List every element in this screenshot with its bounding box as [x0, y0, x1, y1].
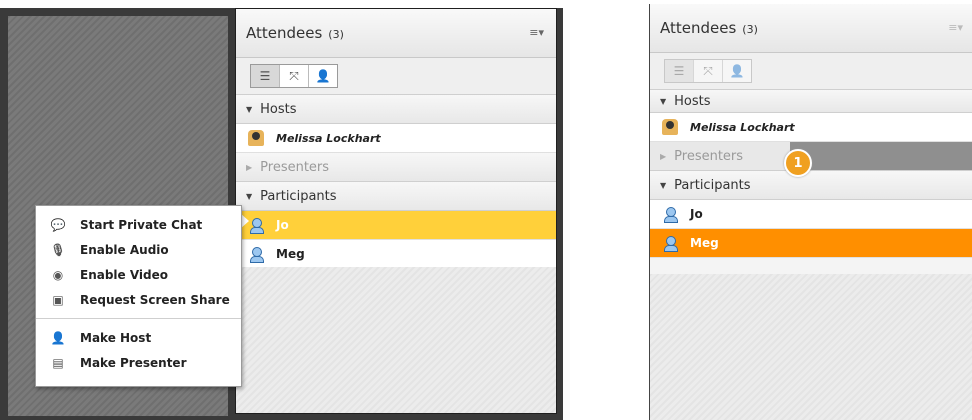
section-participants[interactable]: ▼ Participants [236, 182, 556, 211]
menu-item-label: Make Host [80, 330, 152, 345]
menu-separator [36, 318, 241, 319]
attendee-count: (3) [742, 23, 758, 36]
empty-list-area [650, 274, 972, 420]
view-toolbar: ☰ ⤧ 👤 [236, 58, 556, 95]
step-callout-badge: 1 [784, 149, 812, 177]
menu-item-label: Start Private Chat [80, 217, 203, 232]
attendee-name: Melissa Lockhart [276, 131, 381, 145]
section-label: Hosts [260, 101, 297, 117]
menu-item-label: Enable Audio [80, 242, 169, 257]
section-label: Participants [674, 177, 751, 193]
participant-icon [662, 235, 678, 252]
participant-row-selected[interactable]: Jo [236, 211, 556, 240]
menu-dropdown-icon[interactable]: ≡▾ [948, 21, 963, 34]
section-hosts[interactable]: ▼ Hosts [236, 95, 556, 124]
panel-title-text: Attendees [660, 19, 737, 37]
webcam-icon: ◉ [52, 267, 64, 282]
chat-icon: 💬 [50, 217, 66, 232]
enable-audio-item[interactable]: 🎙 Enable Audio [36, 237, 241, 262]
expand-view-icon[interactable]: ⤧ [694, 60, 723, 82]
section-presenters[interactable]: ▶ Presenters [236, 153, 556, 182]
view-toggle-group: ☰ ⤧ 👤 [250, 64, 338, 88]
panel-title-text: Attendees [246, 24, 323, 42]
triangle-right-icon: ▶ [246, 162, 253, 172]
attendee-name: Meg [276, 247, 305, 261]
context-menu: 💬 Start Private Chat 🎙 Enable Audio ◉ Enabl… [35, 205, 242, 387]
panel-title: Attendees (3) [246, 24, 344, 42]
view-toolbar: ☰ ⤧ 👤 [650, 53, 972, 90]
triangle-down-icon: ▼ [246, 104, 253, 114]
section-label: Presenters [674, 148, 744, 164]
triangle-down-icon: ▼ [660, 96, 667, 106]
attendee-name: Jo [276, 218, 289, 232]
participant-icon [248, 246, 264, 263]
host-icon [662, 119, 678, 135]
participant-row[interactable]: Jo [650, 200, 972, 229]
expand-view-icon[interactable]: ⤧ [280, 65, 309, 87]
panel-header: Attendees (3) ≡▾ [236, 9, 556, 58]
participant-icon [662, 206, 678, 223]
panel-header: Attendees (3) ≡▾ [650, 4, 972, 53]
host-row[interactable]: Melissa Lockhart [236, 124, 556, 153]
menu-dropdown-icon[interactable]: ≡▾ [529, 26, 544, 39]
menu-item-label: Enable Video [80, 267, 169, 282]
host-icon [248, 130, 264, 146]
attendees-panel-right: Attendees (3) ≡▾ ☰ ⤧ 👤 ▼ Hosts Melissa Loc… [649, 4, 972, 420]
section-participants[interactable]: ▼ Participants [650, 171, 972, 200]
attendee-count: (3) [328, 28, 344, 41]
participant-row-selected[interactable]: Meg [650, 229, 972, 258]
participant-icon [248, 217, 264, 234]
section-label: Hosts [674, 93, 711, 109]
menu-item-label: Make Presenter [80, 355, 187, 370]
view-toggle-group: ☰ ⤧ 👤 [664, 59, 752, 83]
presenter-icon: ▤ [52, 355, 64, 370]
microphone-icon: 🎙 [50, 242, 66, 257]
attendee-name: Meg [690, 236, 719, 250]
menu-item-label: Request Screen Share [80, 292, 230, 307]
host-row[interactable]: Melissa Lockhart [650, 113, 972, 142]
role-view-icon[interactable]: 👤 [723, 60, 751, 82]
make-presenter-item[interactable]: ▤ Make Presenter [36, 350, 241, 375]
attendee-name: Jo [690, 207, 703, 221]
section-hosts[interactable]: ▼ Hosts [650, 90, 972, 113]
list-view-icon[interactable]: ☰ [251, 65, 280, 87]
list-view-icon[interactable]: ☰ [665, 60, 694, 82]
section-label: Participants [260, 188, 337, 204]
triangle-right-icon: ▶ [660, 151, 667, 161]
triangle-down-icon: ▼ [246, 191, 253, 201]
role-view-icon[interactable]: 👤 [309, 65, 337, 87]
empty-list-area [236, 267, 556, 413]
panel-title: Attendees (3) [660, 19, 758, 37]
participant-row[interactable]: Meg [236, 240, 556, 269]
attendees-panel: Attendees (3) ≡▾ ☰ ⤧ 👤 ▼ Hosts Melissa Loc… [235, 8, 557, 414]
host-icon: 👤 [50, 330, 66, 345]
screen-share-icon: ▣ [52, 292, 64, 307]
enable-video-item[interactable]: ◉ Enable Video [36, 262, 241, 287]
triangle-down-icon: ▼ [660, 180, 667, 190]
start-private-chat-item[interactable]: 💬 Start Private Chat [36, 212, 241, 237]
make-host-item[interactable]: 👤 Make Host [36, 325, 241, 350]
section-label: Presenters [260, 159, 330, 175]
attendee-name: Melissa Lockhart [690, 120, 795, 134]
request-screen-share-item[interactable]: ▣ Request Screen Share [36, 287, 241, 312]
